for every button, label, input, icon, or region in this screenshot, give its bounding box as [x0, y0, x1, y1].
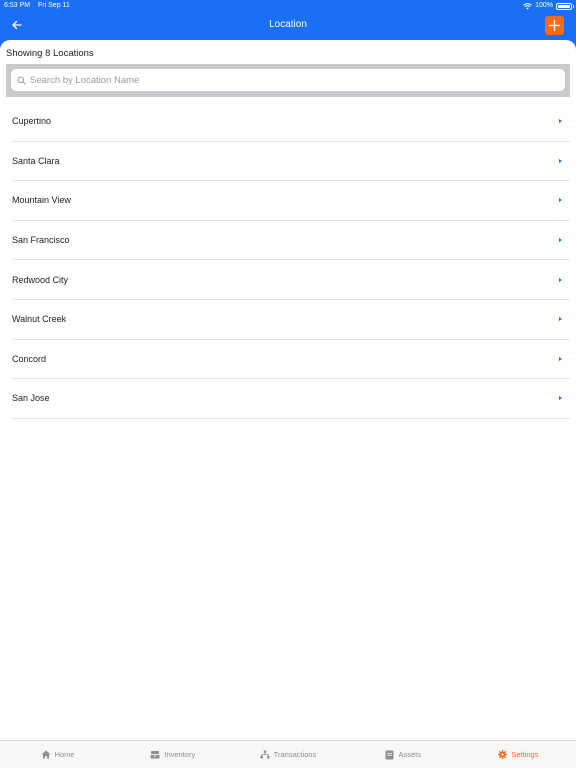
- location-name: Santa Clara: [12, 155, 60, 166]
- chevron-right-icon: [559, 396, 562, 401]
- tab-home[interactable]: Home: [0, 741, 115, 768]
- status-time: 6:53 PM: [4, 2, 31, 9]
- list-item[interactable]: Concord: [12, 340, 570, 380]
- location-name: San Francisco: [12, 235, 70, 246]
- tab-inventory[interactable]: Inventory: [115, 741, 230, 768]
- chevron-right-icon: [559, 356, 562, 361]
- list-item[interactable]: Mountain View: [12, 181, 570, 221]
- location-name: San Jose: [12, 393, 50, 404]
- status-left: 6:53 PM Fri Sep 11: [4, 0, 76, 12]
- tab-transactions[interactable]: Transactions: [230, 741, 345, 768]
- chevron-right-icon: [559, 317, 562, 322]
- tab-label: Settings: [511, 750, 539, 759]
- inventory-icon: [150, 751, 160, 759]
- home-icon: [41, 750, 51, 759]
- chevron-right-icon: [559, 119, 562, 124]
- search-input[interactable]: [30, 74, 565, 86]
- location-name: Concord: [12, 353, 47, 364]
- search-icon: [17, 76, 26, 85]
- tab-label: Transactions: [273, 750, 317, 759]
- status-right: 100%: [523, 0, 574, 12]
- chevron-right-icon: [559, 277, 562, 282]
- location-name: Redwood City: [12, 274, 69, 285]
- list-item[interactable]: Walnut Creek: [12, 300, 570, 340]
- tab-label: Inventory: [164, 750, 196, 759]
- plus-icon: [548, 19, 561, 32]
- tab-settings[interactable]: Settings: [461, 741, 576, 768]
- list-item[interactable]: San Jose: [12, 379, 570, 419]
- location-list: Cupertino Santa Clara Mountain View San …: [12, 102, 570, 419]
- search-bar: [6, 64, 570, 97]
- wifi-icon: [523, 2, 532, 9]
- chevron-right-icon: [559, 238, 562, 243]
- search-box: [11, 69, 565, 91]
- tab-bar: Home Inventory Transactions Assets Setti…: [0, 740, 576, 768]
- location-count: Showing 8 Locations: [6, 48, 94, 59]
- list-item[interactable]: San Francisco: [12, 221, 570, 261]
- nav-bar: Location: [0, 12, 576, 40]
- tab-label: Assets: [398, 750, 421, 759]
- status-date: Fri Sep 11: [38, 2, 70, 9]
- content: Showing 8 Locations Cupertino Santa Clar…: [0, 40, 576, 740]
- location-name: Walnut Creek: [12, 314, 67, 325]
- add-location-button[interactable]: [545, 16, 564, 35]
- gear-icon: [498, 750, 508, 759]
- tab-label: Home: [54, 750, 75, 759]
- list-item[interactable]: Santa Clara: [12, 142, 570, 182]
- chevron-right-icon: [559, 198, 562, 203]
- list-item[interactable]: Cupertino: [12, 102, 570, 142]
- assets-icon: [385, 750, 394, 759]
- status-bar: 6:53 PM Fri Sep 11 100%: [0, 0, 576, 12]
- page-title: Location: [269, 19, 307, 30]
- battery-fill: [558, 4, 570, 8]
- chevron-right-icon: [559, 158, 562, 163]
- location-name: Mountain View: [12, 195, 71, 206]
- battery-percent: 100%: [535, 2, 553, 9]
- battery-icon: [556, 2, 574, 10]
- transactions-icon: [260, 750, 270, 759]
- tab-assets[interactable]: Assets: [346, 741, 461, 768]
- list-item[interactable]: Redwood City: [12, 260, 570, 300]
- location-name: Cupertino: [12, 116, 52, 127]
